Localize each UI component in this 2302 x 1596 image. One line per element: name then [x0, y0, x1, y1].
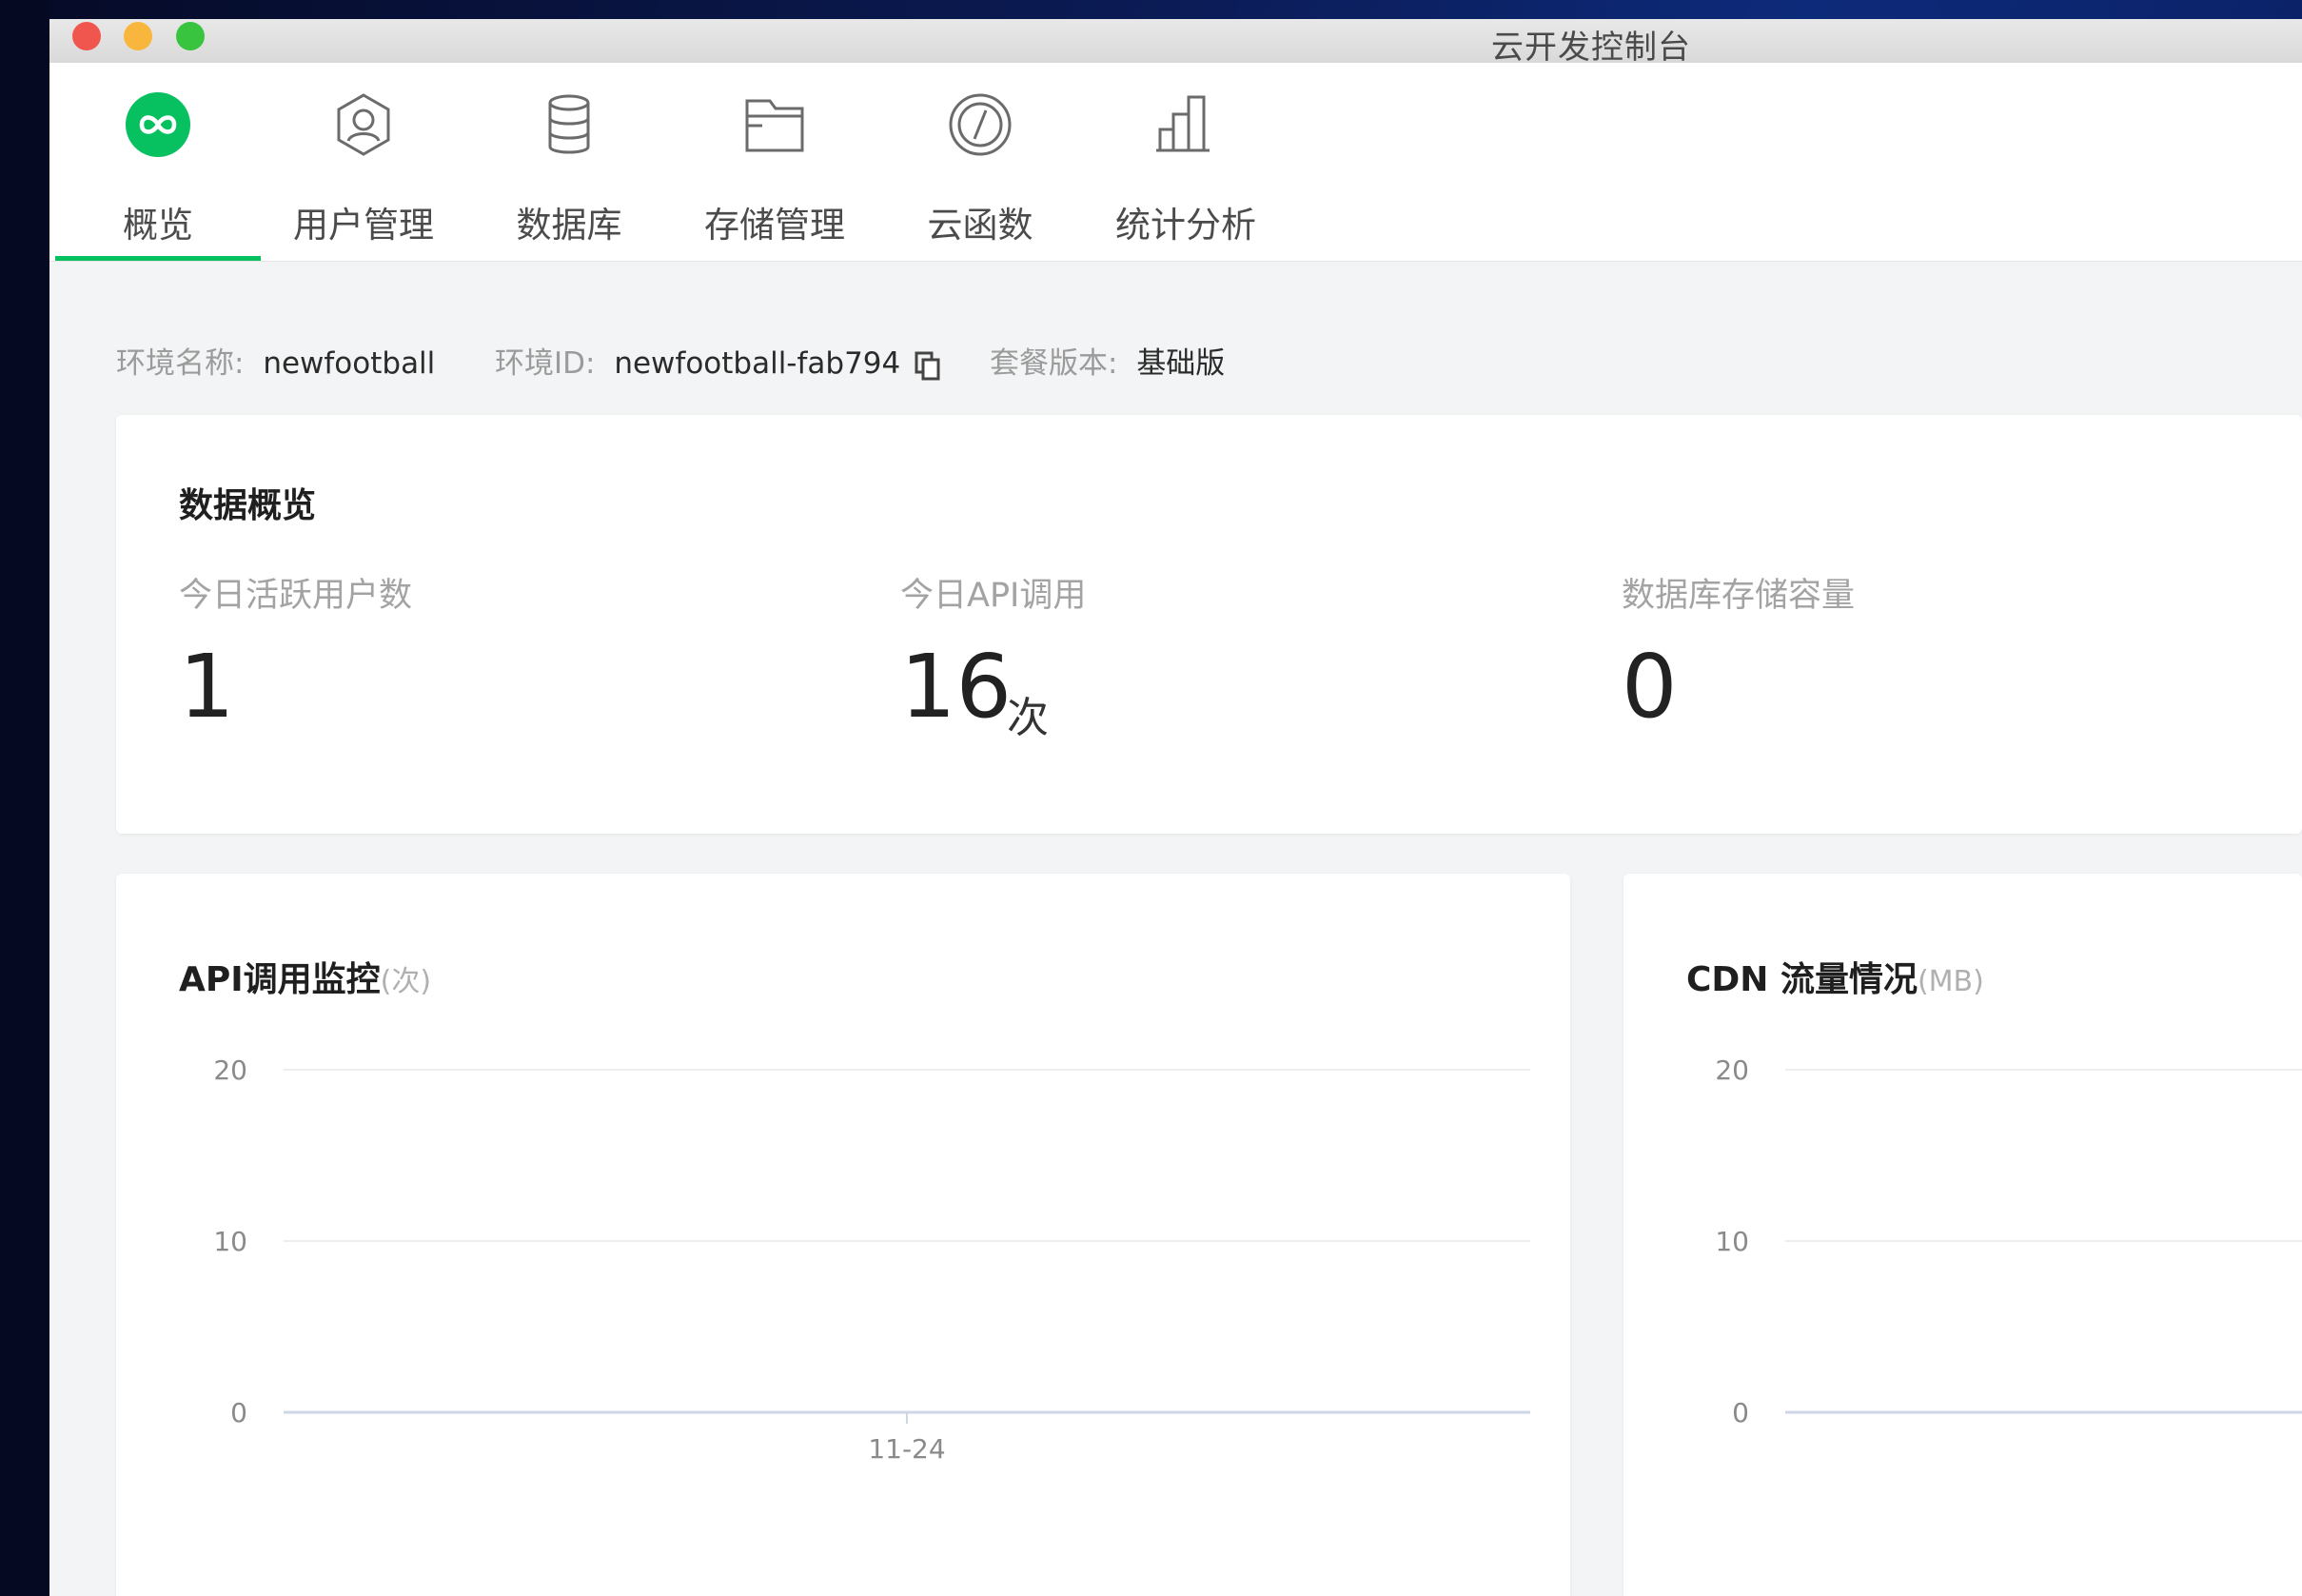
storage-icon [745, 99, 804, 152]
cdn-traffic-card: CDN 流量情况(MB) 20 10 0 [1623, 874, 2302, 1596]
stat-db-storage-value: 0 [1622, 636, 1678, 738]
env-name-value: newfootball [263, 346, 436, 381]
api-chart-y-tick-label: 10 [213, 1226, 247, 1257]
nav-tab-users-label: 用户管理 [293, 205, 434, 246]
stat-db-storage-label: 数据库存储容量 [1622, 577, 1856, 615]
env-plan-label: 套餐版本: [990, 346, 1118, 381]
stat-api-calls-unit: 次 [1007, 694, 1049, 742]
nav-tab-statistics[interactable]: 统计分析 [1083, 63, 1289, 261]
nav-tab-overview[interactable]: 概览 [55, 63, 261, 261]
data-overview-title: 数据概览 [179, 486, 317, 525]
api-monitor-card: API调用监控(次) 20 10 0 11-24 [116, 874, 1570, 1596]
nav-tab-database[interactable]: 数据库 [466, 63, 672, 261]
active-tab-underline [55, 256, 261, 261]
api-chart-y-tick-label: 20 [213, 1054, 247, 1086]
env-plan: 套餐版本: 基础版 [990, 339, 1225, 382]
nav-tab-cloud-functions[interactable]: 云函数 [877, 63, 1083, 261]
stat-api-calls-label: 今日API调用 [900, 577, 1087, 615]
env-id: 环境ID: newfootball-fab794 [495, 339, 942, 382]
nav-tab-overview-label: 概览 [123, 205, 193, 246]
overview-icon [126, 92, 190, 157]
nav-tab-storage[interactable]: 存储管理 [672, 63, 877, 261]
maximize-window-button[interactable] [176, 22, 205, 50]
env-name: 环境名称: newfootball [116, 339, 435, 382]
nav-tab-statistics-label: 统计分析 [1115, 205, 1256, 246]
user-icon [337, 93, 390, 156]
top-nav: 概览 用户管理 数据库 存储管理 云函数 统计分析 [49, 63, 2302, 262]
api-chart-x-tick-label: 11-24 [868, 1433, 945, 1465]
env-plan-value: 基础版 [1136, 346, 1226, 381]
env-id-label: 环境ID: [495, 346, 596, 381]
nav-tab-users[interactable]: 用户管理 [261, 63, 466, 261]
stat-active-users-value: 1 [179, 636, 235, 738]
data-overview-card: 数据概览 今日活跃用户数 1 今日API调用 16 次 数据库存储容量 0 [116, 415, 2302, 834]
statistics-icon [1156, 95, 1210, 152]
stat-active-users-label: 今日活跃用户数 [179, 577, 413, 615]
desktop-left-edge [0, 0, 49, 1596]
cdn-chart-y-tick-label: 10 [1715, 1226, 1749, 1257]
nav-tab-cloud-functions-label: 云函数 [927, 205, 1033, 246]
stat-api-calls-value: 16 [900, 636, 1013, 738]
window-titlebar: 云开发控制台 [49, 19, 2302, 67]
window-title: 云开发控制台 [1491, 29, 1691, 67]
minimize-window-button[interactable] [124, 22, 152, 50]
api-chart: 20 10 0 11-24 [213, 1054, 1530, 1465]
database-icon [548, 94, 590, 154]
cdn-chart: 20 10 0 [1715, 1054, 2302, 1429]
env-id-value: newfootball-fab794 [614, 346, 901, 381]
app-window: 云开发控制台 概览 用户管理 数据库 存储管理 云函数 统计分析 环境名称: n… [49, 19, 2302, 1596]
close-window-button[interactable] [72, 22, 101, 50]
api-chart-y-tick-label: 0 [230, 1397, 247, 1429]
cdn-chart-y-tick-label: 0 [1732, 1397, 1749, 1429]
copy-icon[interactable] [914, 350, 942, 381]
env-name-label: 环境名称: [116, 346, 245, 381]
nav-tab-database-label: 数据库 [516, 205, 622, 246]
nav-tab-storage-label: 存储管理 [704, 205, 845, 246]
cloud-function-icon [949, 93, 1012, 156]
cdn-chart-y-tick-label: 20 [1715, 1054, 1749, 1086]
